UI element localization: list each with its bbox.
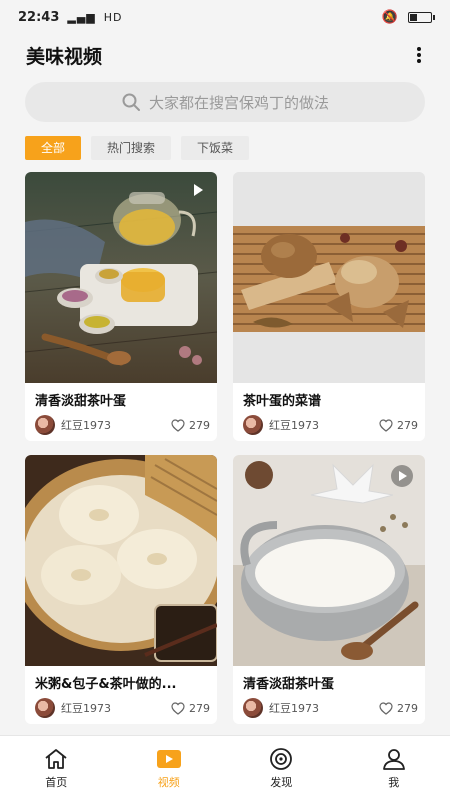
tab-all[interactable]: 全部 [25, 136, 82, 160]
card-meta: 红豆1973 279 [243, 415, 418, 435]
avatar [35, 698, 55, 718]
network-type: HD [103, 10, 123, 24]
video-card[interactable]: 茶叶蛋的菜谱 红豆1973 279 [233, 172, 425, 441]
home-icon [45, 748, 67, 769]
card-meta: 红豆1973 279 [35, 698, 210, 718]
like-button[interactable]: 279 [379, 702, 418, 715]
nav-item-profile[interactable]: 我 [338, 736, 450, 800]
nav-label: 发现 [270, 775, 293, 789]
video-thumbnail[interactable] [25, 172, 217, 383]
author-name: 红豆1973 [61, 419, 111, 432]
nav-label: 首页 [45, 775, 68, 789]
like-button[interactable]: 279 [171, 419, 210, 432]
nav-label: 视频 [157, 775, 180, 789]
video-thumbnail[interactable] [233, 172, 425, 383]
video-card[interactable]: 清香淡甜茶叶蛋 红豆1973 279 [233, 455, 425, 724]
nav-item-video[interactable]: 视频 [113, 736, 226, 800]
card-title: 茶叶蛋的菜谱 [243, 394, 322, 409]
video-icon [156, 749, 181, 768]
nav-item-home[interactable]: 首页 [0, 736, 113, 800]
play-icon [194, 184, 203, 196]
card-title: 清香淡甜茶叶蛋 [243, 677, 335, 692]
status-time: 22:43 [18, 9, 60, 25]
more-menu-icon[interactable] [414, 45, 424, 65]
like-button[interactable]: 279 [171, 702, 210, 715]
tea-image [25, 172, 217, 383]
tab-rice-dishes[interactable]: 下饭菜 [181, 136, 250, 160]
author-name: 红豆1973 [269, 419, 319, 432]
like-count: 279 [397, 701, 418, 715]
bottom-nav: 首页 视频 发现 我 [0, 735, 450, 800]
tea-egg-image [233, 172, 425, 383]
profile-icon [382, 748, 405, 770]
video-thumbnail[interactable] [233, 455, 425, 666]
avatar [243, 698, 263, 718]
app-header: 美味视频 [0, 34, 450, 76]
card-meta: 红豆1973 279 [243, 698, 418, 718]
like-count: 279 [189, 418, 210, 432]
page-title: 美味视频 [26, 45, 103, 68]
discover-icon [270, 747, 293, 770]
status-bar: 22:43 ▂▄▆ HD 🔕 [0, 0, 450, 34]
avatar [35, 415, 55, 435]
heart-icon [379, 418, 393, 432]
steamed-buns-image [25, 455, 217, 666]
mute-icon: 🔕 [381, 9, 398, 25]
avatar [243, 415, 263, 435]
like-count: 279 [397, 418, 418, 432]
heart-icon [171, 701, 185, 715]
card-meta: 红豆1973 279 [35, 415, 210, 435]
search-icon [122, 93, 140, 111]
milk-bowl-image [233, 455, 425, 666]
play-icon [391, 465, 413, 487]
tab-hot-search[interactable]: 热门搜索 [91, 136, 172, 160]
category-tabs: 全部 热门搜索 下饭菜 [25, 136, 250, 160]
search-bar[interactable]: 大家都在搜宫保鸡丁的做法 [25, 82, 425, 122]
video-card[interactable]: 清香淡甜茶叶蛋 红豆1973 279 [25, 172, 217, 441]
battery-icon [408, 11, 435, 23]
nav-item-discover[interactable]: 发现 [225, 736, 338, 800]
author-name: 红豆1973 [269, 702, 319, 715]
author-name: 红豆1973 [61, 702, 111, 715]
heart-icon [379, 701, 393, 715]
search-placeholder: 大家都在搜宫保鸡丁的做法 [148, 93, 329, 112]
like-button[interactable]: 279 [379, 419, 418, 432]
nav-label: 我 [388, 775, 400, 789]
card-title: 清香淡甜茶叶蛋 [35, 394, 127, 409]
video-card[interactable]: 米粥&包子&茶叶做的... 红豆1973 279 [25, 455, 217, 724]
signal-icon: ▂▄▆ [67, 10, 96, 24]
video-thumbnail[interactable] [25, 455, 217, 666]
card-title: 米粥&包子&茶叶做的... [35, 677, 177, 692]
like-count: 279 [189, 701, 210, 715]
heart-icon [171, 418, 185, 432]
